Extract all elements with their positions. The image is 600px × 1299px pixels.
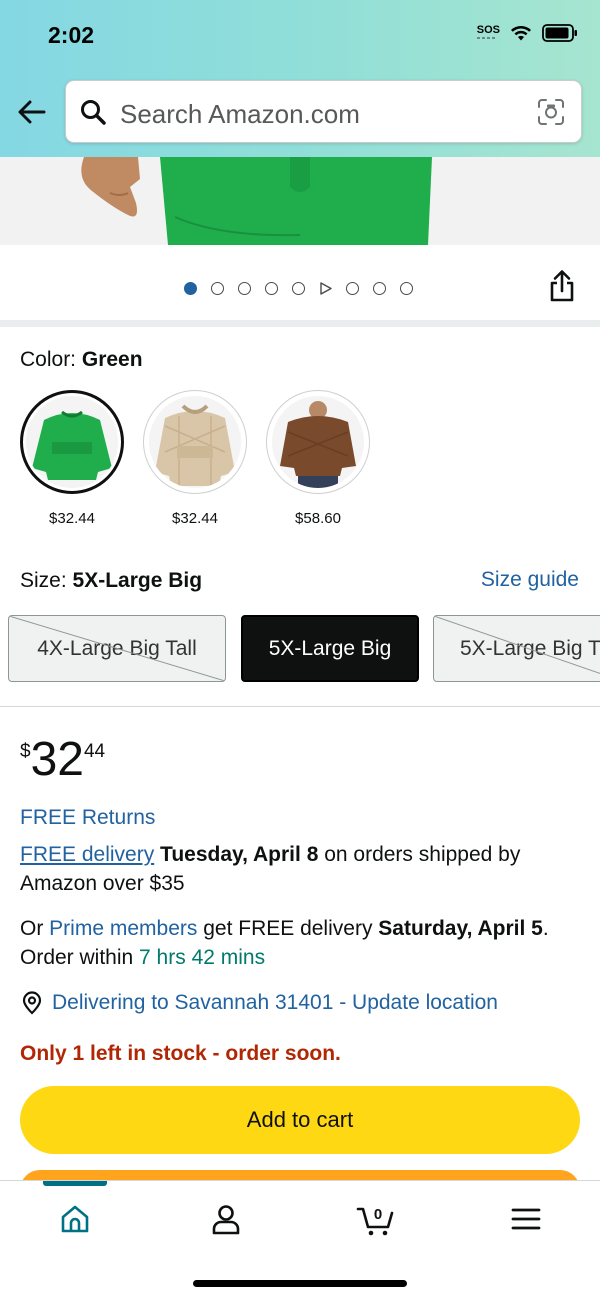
signal-dots [476,37,497,39]
carousel-dot[interactable] [373,282,386,295]
color-label-text: Color: [20,348,82,371]
carousel-dot[interactable] [184,282,197,295]
carousel-dots[interactable] [184,282,413,295]
location-text: Delivering to Savannah 31401 - Update lo… [52,991,498,1014]
sos-indicator: SOS [476,23,500,36]
account-icon[interactable] [208,1201,244,1237]
size-label: Size: 5X-Large Big [20,569,202,593]
prime-date: Saturday, April 5 [378,917,543,940]
unavailable-slash [434,616,600,674]
unavailable-slash [9,616,225,681]
price: $ 32 44 [20,735,105,785]
header: 2:02 SOS Search Amazon.com [0,0,600,157]
product-photo [81,157,432,245]
swatch-price: $58.60 [295,510,341,527]
prime-mid: get FREE delivery [197,917,379,940]
free-delivery-link[interactable]: FREE delivery [20,843,154,866]
home-icon[interactable] [57,1201,93,1237]
camera-scan-icon[interactable] [537,98,565,126]
size-option-5xl-big-tall[interactable]: 5X-Large Big T [433,615,600,682]
add-to-cart-button[interactable]: Add to cart [20,1086,580,1154]
prime-delivery-info: Or Prime members get FREE delivery Satur… [20,914,585,972]
size-option-label: 5X-Large Big [268,636,392,660]
color-swatch-brown[interactable] [266,390,370,494]
status-time: 2:02 [48,22,95,48]
price-fraction: 44 [83,741,106,762]
color-swatch-green[interactable] [20,390,124,494]
cart-count: 0 [374,1206,382,1223]
product-image[interactable] [0,157,600,245]
color-swatch-beige[interactable] [143,390,247,494]
back-arrow-icon[interactable] [14,94,50,130]
prime-members-link[interactable]: Prime members [49,917,197,940]
size-option-5xl-big[interactable]: 5X-Large Big [241,615,419,682]
bottom-nav: 0 [0,1180,600,1299]
search-placeholder: Search Amazon.com [120,99,360,129]
wifi-icon [511,26,531,41]
carousel-dot[interactable] [265,282,278,295]
size-option-4xl-big-tall[interactable]: 4X-Large Big Tall [8,615,226,682]
price-whole: 32 [30,733,84,786]
prime-prefix: Or [20,917,50,940]
section-divider [0,320,600,327]
selected-color: Green [81,348,143,371]
menu-icon[interactable] [508,1201,544,1237]
delivery-location-link[interactable]: Delivering to Savannah 31401 - Update lo… [20,991,498,1015]
carousel-dot[interactable] [238,282,251,295]
share-icon[interactable] [548,269,576,303]
carousel-dot[interactable] [400,282,413,295]
home-indicator [193,1280,407,1287]
swatch-image [149,396,241,488]
search-input[interactable]: Search Amazon.com [65,80,582,143]
carousel-dot[interactable] [346,282,359,295]
swatch-price: $32.44 [49,510,95,527]
location-pin-icon [22,991,42,1015]
section-divider [0,706,600,707]
video-play-icon[interactable] [319,282,332,295]
status-icons: SOS [476,23,578,42]
free-returns-link[interactable]: FREE Returns [20,806,155,830]
swatch-image [272,396,364,488]
color-label: Color: Green [20,348,143,372]
image-carousel [0,245,600,320]
cart-icon[interactable]: 0 [356,1201,396,1237]
swatch-image [26,396,118,488]
order-countdown: 7 hrs 42 mins [139,946,266,969]
price-symbol: $ [20,741,31,762]
carousel-dot[interactable] [292,282,305,295]
battery-icon [542,24,577,42]
size-label-text: Size: [20,569,73,592]
delivery-info: FREE delivery Tuesday, April 8 on orders… [20,840,580,898]
size-guide-link[interactable]: Size guide [481,568,579,592]
stock-warning: Only 1 left in stock - order soon. [20,1042,341,1065]
carousel-dot[interactable] [211,282,224,295]
swatch-price: $32.44 [172,510,218,527]
selected-size: 5X-Large Big [72,569,203,592]
delivery-date: Tuesday, April 8 [160,843,319,866]
active-tab-indicator [43,1181,107,1186]
search-icon [81,100,106,125]
